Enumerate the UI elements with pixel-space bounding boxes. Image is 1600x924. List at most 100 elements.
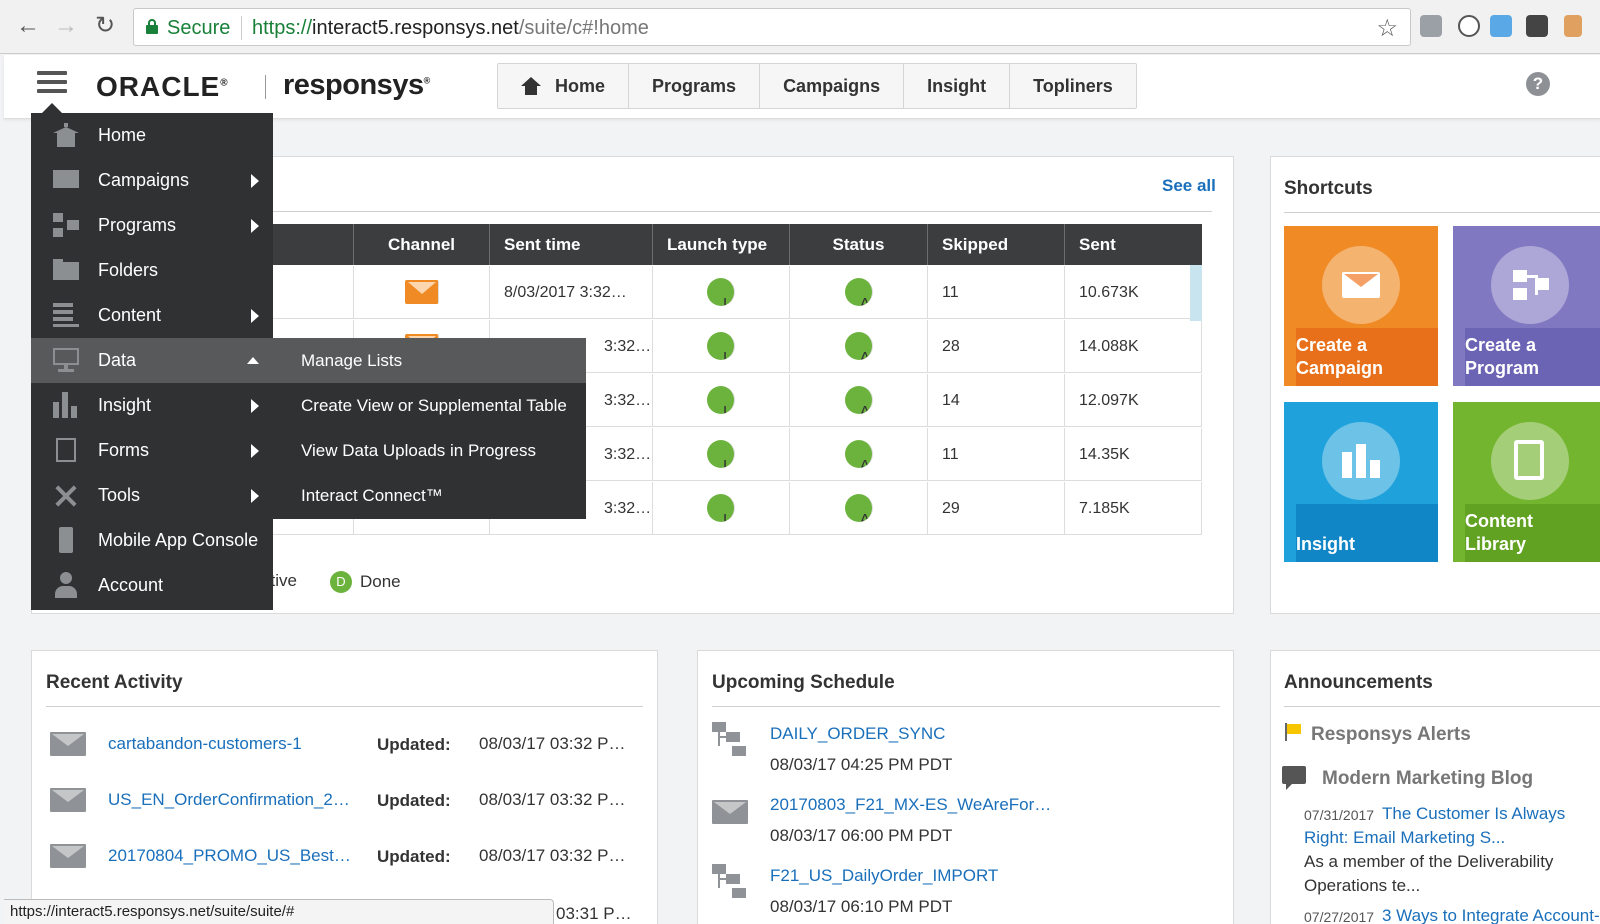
menu-item-insight[interactable]: Insight — [31, 383, 273, 428]
menu-label-forms: Forms — [98, 440, 149, 460]
skipped-cell: 11 — [928, 266, 1065, 318]
data-submenu: Manage Lists Create View or Supplemental… — [273, 338, 586, 519]
submenu-view-data-uploads[interactable]: View Data Uploads in Progress — [273, 428, 586, 473]
post-link[interactable]: The Customer Is Always — [1382, 804, 1565, 824]
launch-badge: L — [707, 332, 735, 360]
post-link-continued[interactable]: Right: Email Marketing S... — [1304, 828, 1505, 848]
tab-campaigns[interactable]: Campaigns — [760, 64, 905, 108]
extension-devtools-icon[interactable] — [1420, 15, 1442, 37]
menu-item-account[interactable]: Account — [31, 563, 273, 608]
status-badge: A — [844, 332, 873, 360]
submenu-interact-connect[interactable]: Interact Connect™ — [273, 473, 586, 518]
sent-time-cell: 8/03/2017 3:32… — [490, 266, 653, 318]
activity-link[interactable]: 20170804_PROMO_US_Best… — [108, 846, 351, 866]
address-bar[interactable]: Secure https://interact5.responsys.net/s… — [133, 8, 1411, 46]
col-skipped[interactable]: Skipped — [928, 224, 1065, 265]
top-navigation: Home Programs Campaigns Insight Topliner… — [497, 63, 1137, 109]
content-library-tile[interactable]: Content Library — [1453, 402, 1600, 562]
submenu-create-view[interactable]: Create View or Supplemental Table — [273, 383, 586, 428]
back-button[interactable]: ← — [14, 12, 42, 40]
status-cell: A — [790, 482, 928, 534]
table-header: Channel Sent time Launch type Status Ski… — [268, 224, 1202, 265]
tab-insight[interactable]: Insight — [904, 64, 1011, 108]
help-icon[interactable]: ? — [1526, 72, 1550, 96]
activity-link[interactable]: US_EN_OrderConfirmation_2… — [108, 790, 350, 810]
col-launch-type[interactable]: Launch type — [653, 224, 790, 265]
forward-button[interactable]: → — [52, 12, 80, 40]
menu-label-account: Account — [98, 575, 164, 595]
col-sent-time[interactable]: Sent time — [490, 224, 653, 265]
tools-icon — [53, 483, 79, 507]
col-channel[interactable]: Channel — [354, 224, 490, 265]
schedule-time: 08/03/17 06:10 PM PDT — [770, 897, 953, 916]
status-cell: A — [790, 428, 928, 480]
menu-label-programs: Programs — [98, 215, 177, 235]
envelope-icon — [50, 788, 86, 812]
extension-info-icon[interactable] — [1458, 15, 1480, 37]
schedule-link[interactable]: F21_US_DailyOrder_IMPORT — [770, 866, 998, 886]
tab-topliners[interactable]: Topliners — [1010, 64, 1136, 108]
chevron-right-icon — [251, 308, 259, 323]
hamburger-menu-icon[interactable] — [37, 71, 67, 97]
insight-tile[interactable]: Insight — [1284, 402, 1438, 562]
tab-home[interactable]: Home — [498, 64, 630, 108]
post-excerpt: As a member of the Deliverability — [1304, 852, 1554, 871]
see-all-link[interactable]: See all — [1162, 176, 1216, 196]
menu-item-folders[interactable]: Folders — [31, 248, 273, 293]
menu-item-home[interactable]: Home — [31, 113, 273, 158]
upcoming-schedule-rule — [712, 706, 1220, 707]
chevron-right-icon — [251, 488, 259, 503]
menu-item-mobile-app-console[interactable]: Mobile App Console — [31, 518, 273, 563]
content-icon — [53, 303, 79, 327]
post-excerpt-continued: Operations te... — [1304, 876, 1421, 895]
envelope-icon — [1342, 272, 1380, 298]
channel-cell — [354, 266, 490, 318]
blog-heading[interactable]: Modern Marketing Blog — [1322, 768, 1533, 790]
menu-label-folders: Folders — [98, 260, 159, 280]
url-text[interactable]: https://interact5.responsys.net/suite/c#… — [252, 17, 649, 40]
menu-item-programs[interactable]: Programs — [31, 203, 273, 248]
menu-label-insight: Insight — [98, 395, 152, 415]
table-row[interactable]: 8/03/2017 3:32… L A 11 10.673K — [268, 266, 1202, 319]
insight-circle — [1322, 422, 1400, 500]
alerts-heading[interactable]: Responsys Alerts — [1311, 724, 1471, 746]
status-badge: A — [844, 386, 873, 414]
recent-activity-rule — [46, 706, 643, 707]
forms-icon — [53, 438, 79, 462]
extension-evernote-icon[interactable] — [1526, 15, 1548, 37]
sent-cell: 7.185K — [1065, 482, 1202, 534]
shortcuts-rule — [1284, 212, 1600, 213]
col-status[interactable]: Status — [790, 224, 928, 265]
create-program-tile[interactable]: Create a Program — [1453, 226, 1600, 386]
reload-button[interactable]: ↻ — [91, 12, 119, 40]
create-program-label: Create a Program — [1465, 328, 1600, 386]
envelope-icon — [53, 170, 79, 194]
extension-avatar-icon[interactable] — [1564, 15, 1582, 37]
tab-programs[interactable]: Programs — [629, 64, 761, 108]
col-sent[interactable]: Sent — [1065, 224, 1202, 265]
menu-item-campaigns[interactable]: Campaigns — [31, 158, 273, 203]
skipped-cell: 11 — [928, 428, 1065, 480]
activity-link[interactable]: cartabandon-customers-1 — [108, 734, 302, 754]
post-link[interactable]: 3 Ways to Integrate Account- — [1382, 906, 1600, 924]
menu-item-content[interactable]: Content — [31, 293, 273, 338]
side-menu: Home Campaigns Programs Folders Content — [31, 113, 273, 610]
menu-item-forms[interactable]: Forms — [31, 428, 273, 473]
schedule-link[interactable]: 20170803_F21_MX-ES_WeAreFor… — [770, 795, 1051, 815]
col-hidden — [268, 224, 354, 265]
bookmark-star-icon[interactable]: ☆ — [1376, 14, 1398, 43]
launch-badge: L — [707, 278, 735, 306]
submenu-manage-lists[interactable]: Manage Lists — [273, 338, 586, 383]
campaign-circle — [1322, 246, 1400, 324]
blog-icon — [1282, 762, 1310, 790]
menu-item-tools[interactable]: Tools — [31, 473, 273, 518]
create-campaign-tile[interactable]: Create a Campaign — [1284, 226, 1438, 386]
schedule-link[interactable]: DAILY_ORDER_SYNC — [770, 724, 945, 744]
menu-item-data[interactable]: Data — [31, 338, 273, 383]
home-icon — [53, 123, 79, 147]
extension-badge-icon[interactable] — [1490, 15, 1512, 37]
secure-label: Secure — [167, 17, 231, 39]
table-scrollbar[interactable] — [1190, 265, 1202, 321]
address-separator — [241, 16, 242, 40]
launch-badge: L — [707, 494, 735, 522]
